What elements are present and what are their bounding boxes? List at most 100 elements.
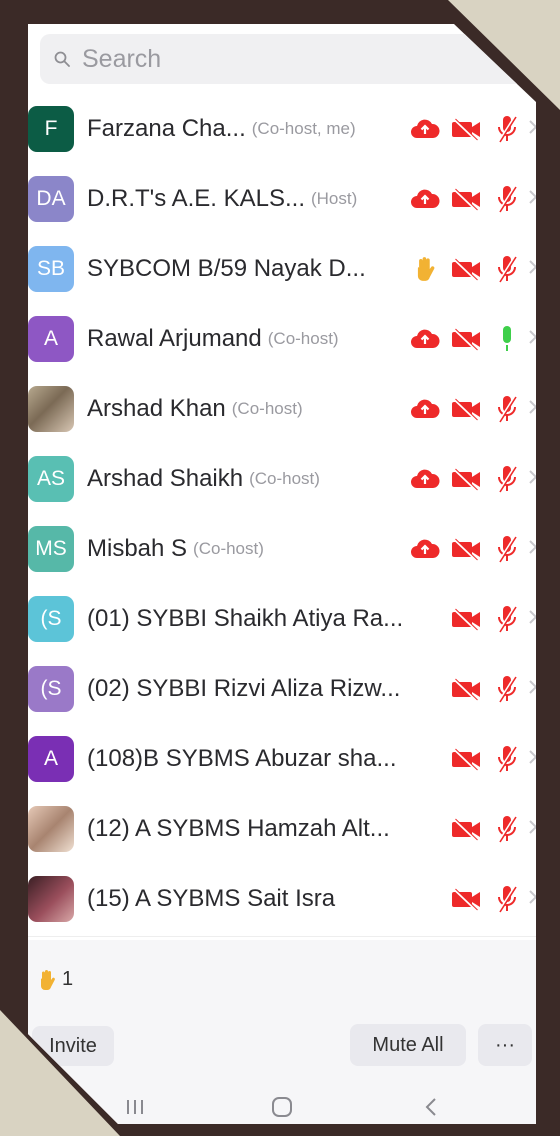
participant-row[interactable]: MS Misbah S (Co-host) (28, 514, 536, 584)
participant-name: (02) SYBBI Rizvi Aliza Rizw... (87, 675, 401, 702)
mic-on-icon[interactable] (490, 325, 524, 353)
mic-muted-icon[interactable] (490, 535, 524, 563)
chevron-right-icon[interactable] (528, 258, 536, 281)
participant-name: Misbah S (87, 535, 188, 562)
participant-status-icons (442, 654, 536, 724)
mic-muted-icon[interactable] (490, 395, 524, 423)
participant-role: (Co-host) (231, 399, 303, 418)
participant-name: (108)B SYBMS Abuzar sha... (87, 745, 397, 772)
chevron-right-icon[interactable] (528, 328, 536, 351)
cloud-icon[interactable] (408, 535, 442, 563)
participant-row[interactable]: (15) A SYBMS Sait Isra (28, 864, 536, 934)
video-off-icon[interactable] (449, 675, 483, 703)
participant-name: Farzana Cha... (87, 115, 246, 142)
participant-status-icons (401, 514, 536, 584)
participant-row[interactable]: A Rawal Arjumand (Co-host) (28, 304, 536, 374)
avatar: DA (28, 176, 74, 222)
search-icon (54, 51, 70, 67)
video-off-icon[interactable] (449, 745, 483, 773)
mic-muted-icon[interactable] (490, 465, 524, 493)
participant-row[interactable]: (12) A SYBMS Hamzah Alt... (28, 794, 536, 864)
video-off-icon[interactable] (449, 255, 483, 283)
chevron-right-icon[interactable] (528, 538, 536, 561)
avatar: SB (28, 246, 74, 292)
participant-row[interactable]: F Farzana Cha... (Co-host, me) (28, 94, 536, 164)
search-input[interactable]: Search (82, 45, 161, 74)
invite-button[interactable]: Invite (32, 1026, 114, 1066)
participant-name: (12) A SYBMS Hamzah Alt... (87, 815, 390, 842)
mic-muted-icon[interactable] (490, 885, 524, 913)
video-off-icon[interactable] (449, 885, 483, 913)
mic-muted-icon[interactable] (490, 115, 524, 143)
chevron-right-icon[interactable] (528, 468, 536, 491)
video-off-icon[interactable] (449, 535, 483, 563)
participant-status-icons (401, 234, 536, 304)
participant-row[interactable]: AS Arshad Shaikh (Co-host) (28, 444, 536, 514)
avatar: F (28, 106, 74, 152)
participant-role: (Co-host, me) (251, 119, 356, 138)
avatar (28, 876, 74, 922)
avatar (28, 806, 74, 852)
participant-name: D.R.T's A.E. KALS... (87, 185, 305, 212)
video-off-icon[interactable] (449, 395, 483, 423)
video-off-icon[interactable] (449, 185, 483, 213)
chevron-right-icon[interactable] (528, 818, 536, 841)
chevron-right-icon[interactable] (528, 678, 536, 701)
mic-muted-icon[interactable] (490, 815, 524, 843)
chevron-right-icon[interactable] (528, 748, 536, 771)
participants-screen: Search F Farzana Cha... (Co-host, me) DA D.R… (28, 24, 536, 1124)
mute-all-button[interactable]: Mute All (350, 1024, 466, 1066)
avatar: (S (28, 596, 74, 642)
mic-muted-icon[interactable] (490, 745, 524, 773)
avatar: A (28, 736, 74, 782)
recents-icon[interactable] (120, 1092, 150, 1122)
search-bar[interactable]: Search (40, 34, 530, 84)
raised-hand-icon (41, 969, 55, 990)
raised-hands-count: 1 (62, 968, 74, 990)
mic-muted-icon[interactable] (490, 675, 524, 703)
participant-status-icons (401, 304, 536, 374)
participant-status-icons (442, 584, 536, 654)
participant-name: SYBCOM B/59 Nayak D... (87, 255, 366, 282)
mic-muted-icon[interactable] (490, 605, 524, 633)
participant-role: (Co-host) (193, 539, 264, 558)
chevron-right-icon[interactable] (528, 888, 536, 911)
participant-row[interactable]: (S (01) SYBBI Shaikh Atiya Ra... (28, 584, 536, 654)
cloud-icon[interactable] (408, 325, 442, 353)
cloud-icon[interactable] (408, 395, 442, 423)
participant-status-icons (401, 164, 536, 234)
participant-name: Arshad Khan (87, 395, 226, 422)
video-off-icon[interactable] (449, 605, 483, 633)
cloud-icon[interactable] (408, 465, 442, 493)
cloud-icon[interactable] (408, 115, 442, 143)
home-icon[interactable] (267, 1092, 297, 1122)
participant-row[interactable]: DA D.R.T's A.E. KALS... (Host) (28, 164, 536, 234)
participant-role: (Co-host) (249, 469, 320, 488)
video-off-icon[interactable] (449, 115, 483, 143)
cloud-icon[interactable] (408, 185, 442, 213)
chevron-right-icon[interactable] (528, 608, 536, 631)
video-off-icon[interactable] (449, 325, 483, 353)
back-icon[interactable] (416, 1092, 446, 1122)
participant-row[interactable]: Arshad Khan (Co-host) (28, 374, 536, 444)
participant-role: (Host) (310, 189, 358, 208)
avatar (28, 386, 74, 432)
participant-row[interactable]: A (108)B SYBMS Abuzar sha... (28, 724, 536, 794)
participant-row[interactable]: (S (02) SYBBI Rizvi Aliza Rizw... (28, 654, 536, 724)
bottom-bar: 1 Invite Mute All ··· (28, 940, 536, 1124)
chevron-right-icon[interactable] (528, 118, 536, 141)
chevron-right-icon[interactable] (528, 188, 536, 211)
avatar: A (28, 316, 74, 362)
mic-muted-icon[interactable] (490, 255, 524, 283)
more-button[interactable]: ··· (478, 1024, 532, 1066)
video-off-icon[interactable] (449, 465, 483, 493)
participant-status-icons (442, 794, 536, 864)
participant-status-icons (401, 444, 536, 514)
raised-hand-icon[interactable] (408, 255, 442, 283)
video-off-icon[interactable] (449, 815, 483, 843)
avatar: (S (28, 666, 74, 712)
participant-row[interactable]: SB SYBCOM B/59 Nayak D... (28, 234, 536, 304)
chevron-right-icon[interactable] (528, 398, 536, 421)
mic-muted-icon[interactable] (490, 185, 524, 213)
participant-status-icons (401, 94, 536, 164)
